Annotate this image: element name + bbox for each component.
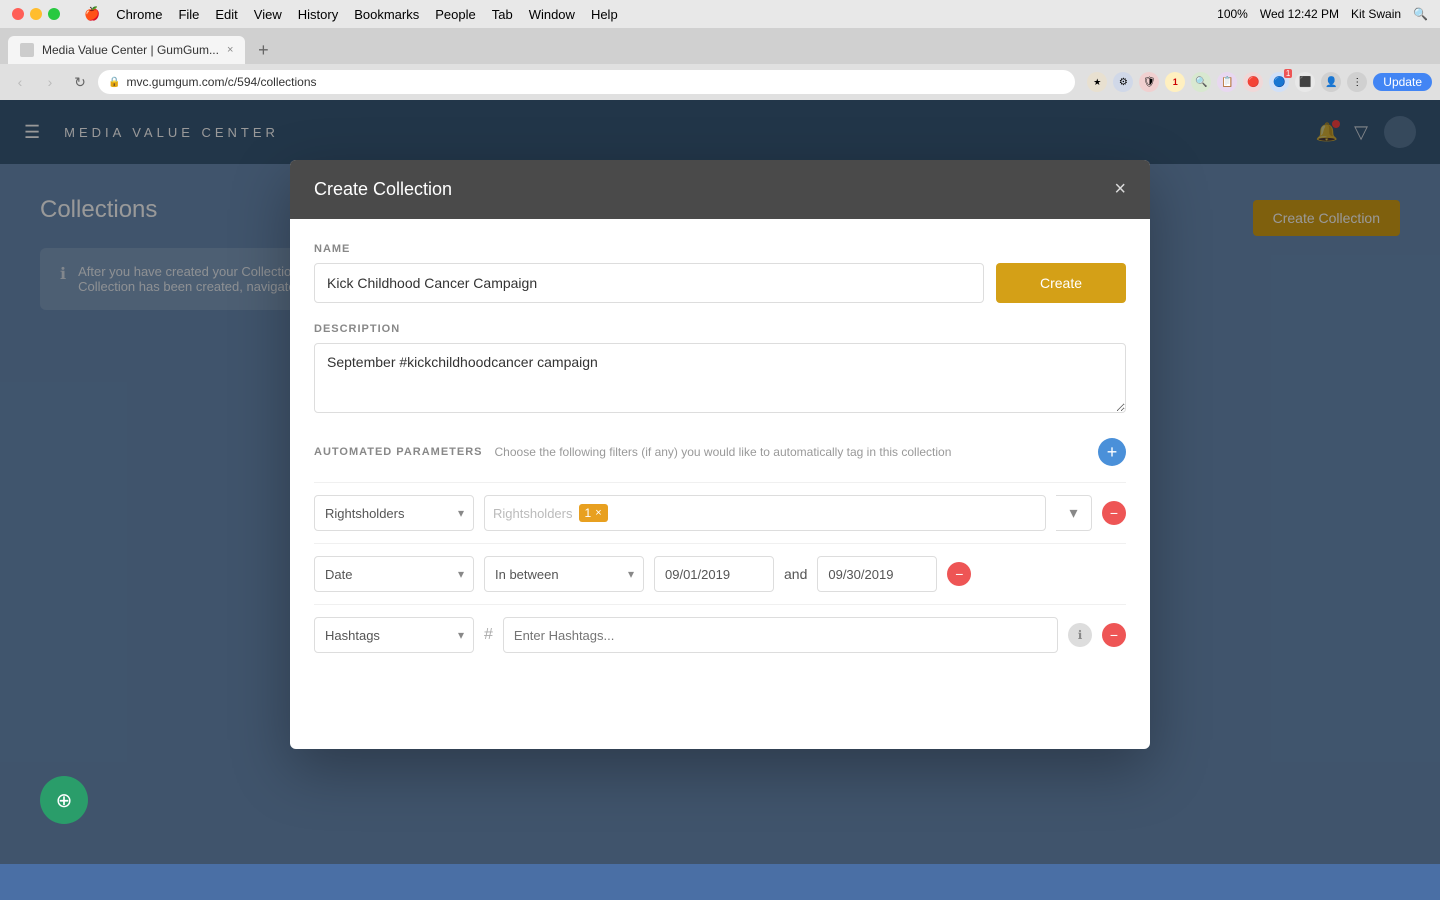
ext-icon-1[interactable]: ★	[1087, 72, 1107, 92]
automated-params-section: AUTOMATED PARAMETERS Choose the followin…	[314, 438, 1126, 665]
new-tab-button[interactable]: +	[249, 36, 277, 64]
tab-title: Media Value Center | GumGum...	[42, 43, 219, 57]
ext-icon-6[interactable]: 📋	[1217, 72, 1237, 92]
remove-rightsholders-button[interactable]: −	[1102, 501, 1126, 525]
url-text: mvc.gumgum.com/c/594/collections	[126, 75, 316, 89]
filter-row-hashtags: Rightsholders Date Hashtags # ℹ −	[314, 604, 1126, 665]
filter-type-rightsholders-wrapper: Rightsholders Date Hashtags	[314, 495, 474, 531]
browser-toolbar: ‹ › ↻ 🔒 mvc.gumgum.com/c/594/collections…	[0, 64, 1440, 100]
remove-date-button[interactable]: −	[947, 562, 971, 586]
tab-favicon	[20, 43, 34, 57]
mac-battery: 100%	[1217, 7, 1248, 21]
modal-body: NAME Create DESCRIPTION September #kickc…	[290, 219, 1150, 749]
ext-icon-8[interactable]: 1 🔵	[1269, 72, 1289, 92]
modal-footer-space	[314, 665, 1126, 725]
add-param-button[interactable]: +	[1098, 438, 1126, 466]
forward-button[interactable]: ›	[38, 70, 62, 94]
browser-extensions: ★ ⚙ 🛡 1 🔍 📋 🔴 1 🔵 ⬛ 👤 ⋮	[1087, 72, 1367, 92]
description-textarea[interactable]: September #kickchildhoodcancer campaign	[314, 343, 1126, 413]
back-button[interactable]: ‹	[8, 70, 32, 94]
filter-type-rightsholders-select[interactable]: Rightsholders Date Hashtags	[314, 495, 474, 531]
mac-user: Kit Swain	[1351, 7, 1401, 21]
mac-menu-people[interactable]: People	[435, 7, 475, 22]
ext-icon-2[interactable]: ⚙	[1113, 72, 1133, 92]
tag-value: 1	[585, 506, 592, 520]
mac-menu-file[interactable]: File	[178, 7, 199, 22]
mac-menu-window[interactable]: Window	[529, 7, 575, 22]
ext-icon-10[interactable]: 👤	[1321, 72, 1341, 92]
modal-title: Create Collection	[314, 179, 452, 200]
create-collection-modal: Create Collection × NAME Create DESCRIPT…	[290, 160, 1150, 749]
modal-overlay: Create Collection × NAME Create DESCRIPT…	[0, 100, 1440, 864]
filter-condition-select[interactable]: In between Before After	[484, 556, 644, 592]
hashtag-input[interactable]	[503, 617, 1058, 653]
mac-search-icon[interactable]: 🔍	[1413, 7, 1428, 21]
rightsholders-dropdown-wrapper: ▾	[1056, 495, 1092, 531]
ext-icon-7[interactable]: 🔴	[1243, 72, 1263, 92]
name-label: NAME	[314, 243, 1126, 255]
description-label: DESCRIPTION	[314, 323, 1126, 335]
lock-icon: 🔒	[108, 77, 120, 88]
description-form-row: DESCRIPTION September #kickchildhoodcanc…	[314, 323, 1126, 418]
date-end-input[interactable]	[817, 556, 937, 592]
params-header: AUTOMATED PARAMETERS Choose the followin…	[314, 438, 1126, 466]
filter-type-date-wrapper: Rightsholders Date Hashtags	[314, 556, 474, 592]
address-bar[interactable]: 🔒 mvc.gumgum.com/c/594/collections	[98, 70, 1075, 94]
mac-menubar: 🍎 Chrome File Edit View History Bookmark…	[0, 0, 1440, 28]
ext-icon-11[interactable]: ⋮	[1347, 72, 1367, 92]
date-start-input[interactable]	[654, 556, 774, 592]
mac-menu-help[interactable]: Help	[591, 7, 618, 22]
mac-menu-chrome[interactable]: Chrome	[116, 7, 162, 22]
and-text: and	[784, 566, 807, 582]
mac-menu-tab[interactable]: Tab	[492, 7, 513, 22]
browser-chrome: Media Value Center | GumGum... × + ‹ › ↻…	[0, 28, 1440, 100]
floating-action-button[interactable]: ⊕	[40, 776, 88, 824]
hashtag-prefix-icon: #	[484, 626, 493, 644]
mac-maximize-dot[interactable]	[48, 8, 60, 20]
tag-remove-icon[interactable]: ×	[595, 507, 601, 519]
mac-menu-bookmarks[interactable]: Bookmarks	[354, 7, 419, 22]
params-desc: Choose the following filters (if any) yo…	[495, 445, 952, 459]
name-form-row: NAME Create	[314, 243, 1126, 303]
filter-row-rightsholders: Rightsholders Date Hashtags Rightsholder…	[314, 482, 1126, 543]
tag-badge-1: 1 ×	[579, 504, 608, 522]
mac-minimize-dot[interactable]	[30, 8, 42, 20]
mac-menu-apple[interactable]: 🍎	[84, 6, 100, 22]
floating-icon: ⊕	[56, 788, 73, 813]
filter-type-hashtags-wrapper: Rightsholders Date Hashtags	[314, 617, 474, 653]
mac-time: Wed 12:42 PM	[1260, 7, 1339, 21]
name-input-row: Create	[314, 263, 1126, 303]
filter-type-hashtags-select[interactable]: Rightsholders Date Hashtags	[314, 617, 474, 653]
ext-icon-4[interactable]: 1	[1165, 72, 1185, 92]
collection-name-input[interactable]	[314, 263, 984, 303]
rightsholders-dropdown-btn[interactable]: ▾	[1056, 495, 1092, 531]
filter-type-date-select[interactable]: Rightsholders Date Hashtags	[314, 556, 474, 592]
app-container: ☰ MEDIA VALUE CENTER 🔔 ▽ Collections ℹ A…	[0, 100, 1440, 864]
ext-icon-9[interactable]: ⬛	[1295, 72, 1315, 92]
ext-icon-3[interactable]: 🛡	[1139, 72, 1159, 92]
reload-button[interactable]: ↻	[68, 70, 92, 94]
rightsholders-placeholder: Rightsholders	[493, 506, 573, 521]
remove-hashtags-button[interactable]: −	[1102, 623, 1126, 647]
browser-tab-active[interactable]: Media Value Center | GumGum... ×	[8, 36, 245, 64]
ext-icon-5[interactable]: 🔍	[1191, 72, 1211, 92]
modal-close-button[interactable]: ×	[1114, 178, 1126, 201]
params-label: AUTOMATED PARAMETERS	[314, 446, 483, 458]
browser-tab-bar: Media Value Center | GumGum... × +	[0, 28, 1440, 64]
mac-close-dot[interactable]	[12, 8, 24, 20]
tab-close-icon[interactable]: ×	[227, 44, 233, 56]
modal-header: Create Collection ×	[290, 160, 1150, 219]
update-button[interactable]: Update	[1373, 73, 1432, 91]
filter-condition-wrapper: In between Before After	[484, 556, 644, 592]
mac-menu-view[interactable]: View	[254, 7, 282, 22]
create-button[interactable]: Create	[996, 263, 1126, 303]
hashtag-info-icon[interactable]: ℹ	[1068, 623, 1092, 647]
rightsholders-tag-input[interactable]: Rightsholders 1 ×	[484, 495, 1046, 531]
mac-menu-edit[interactable]: Edit	[215, 7, 237, 22]
filter-row-date: Rightsholders Date Hashtags In between B…	[314, 543, 1126, 604]
mac-menu-history[interactable]: History	[298, 7, 338, 22]
